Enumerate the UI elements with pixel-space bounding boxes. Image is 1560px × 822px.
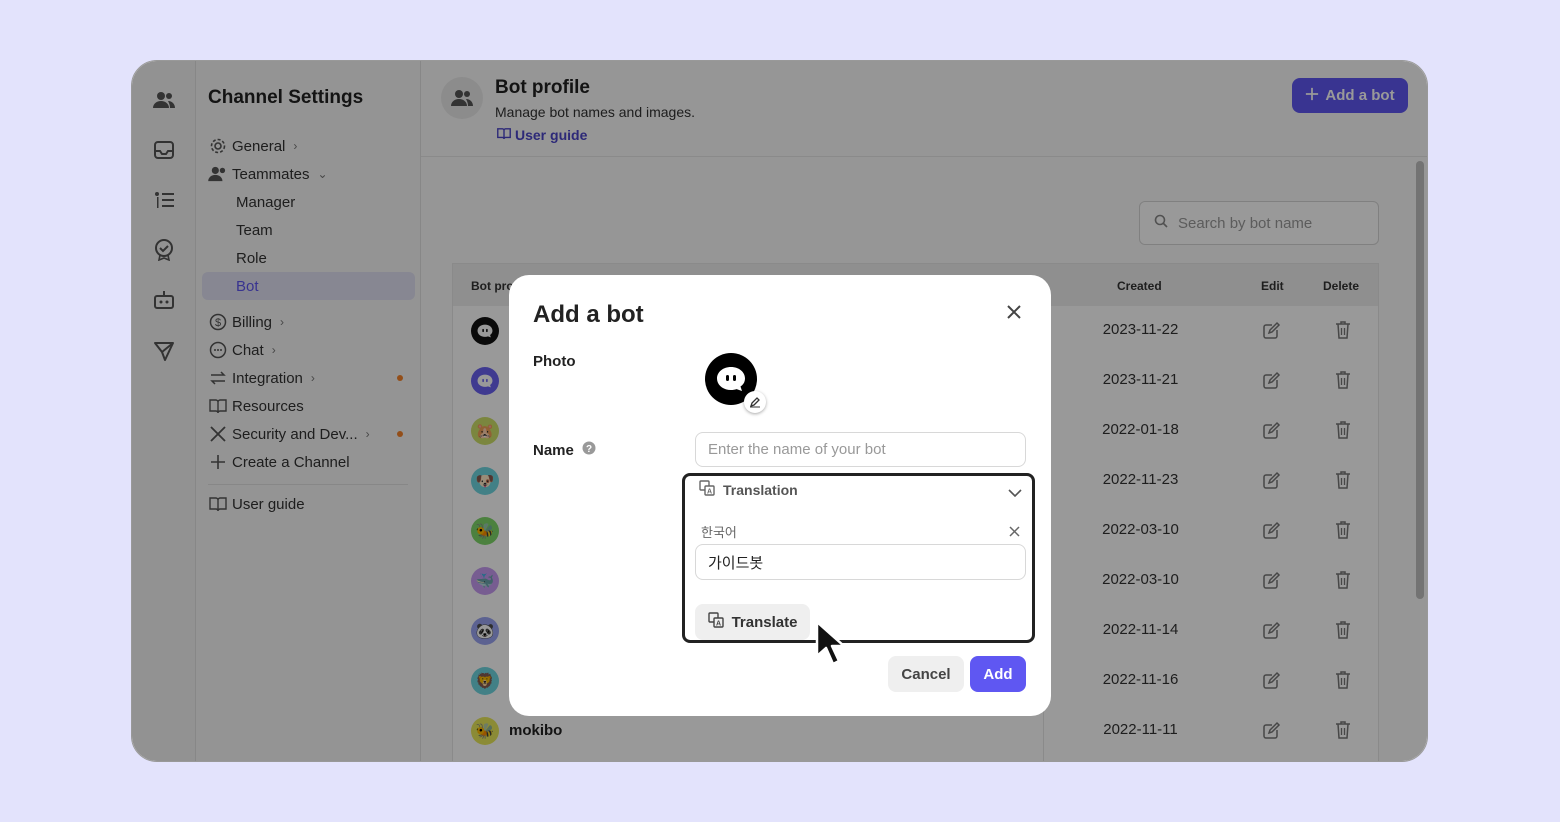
- svg-text:?: ?: [586, 444, 592, 455]
- translated-name-input[interactable]: 가이드봇: [695, 544, 1026, 580]
- cancel-button[interactable]: Cancel: [888, 656, 964, 692]
- photo-label: Photo: [533, 353, 576, 370]
- translate-label: Translate: [731, 613, 798, 631]
- help-icon[interactable]: ?: [582, 441, 596, 459]
- chevron-down-icon[interactable]: [1008, 484, 1022, 502]
- translation-label: Translation: [723, 481, 798, 498]
- language-label: 한국어: [701, 525, 737, 540]
- translation-panel: A Translation 한국어 가이드봇 A Translate: [682, 473, 1035, 643]
- mouse-cursor-icon: [815, 620, 853, 673]
- translated-name-value: 가이드봇: [708, 554, 764, 572]
- translate-icon: A: [699, 480, 715, 499]
- translation-header[interactable]: A Translation: [699, 480, 798, 499]
- name-label-text: Name: [533, 441, 574, 459]
- add-bot-modal: Add a bot Photo Name ? Enter the name of…: [509, 275, 1051, 716]
- modal-title: Add a bot: [533, 301, 644, 328]
- bot-name-placeholder: Enter the name of your bot: [708, 441, 886, 458]
- translate-icon: A: [707, 612, 724, 632]
- add-button[interactable]: Add: [970, 656, 1026, 692]
- remove-language-icon[interactable]: [1009, 524, 1020, 542]
- close-icon[interactable]: [1003, 301, 1025, 323]
- svg-text:A: A: [716, 621, 721, 628]
- bot-name-input[interactable]: Enter the name of your bot: [695, 432, 1026, 467]
- photo-label-text: Photo: [533, 353, 576, 370]
- translate-button[interactable]: A Translate: [695, 604, 810, 640]
- edit-photo-icon[interactable]: [744, 391, 766, 413]
- name-label: Name ?: [533, 441, 596, 459]
- svg-text:A: A: [707, 489, 712, 496]
